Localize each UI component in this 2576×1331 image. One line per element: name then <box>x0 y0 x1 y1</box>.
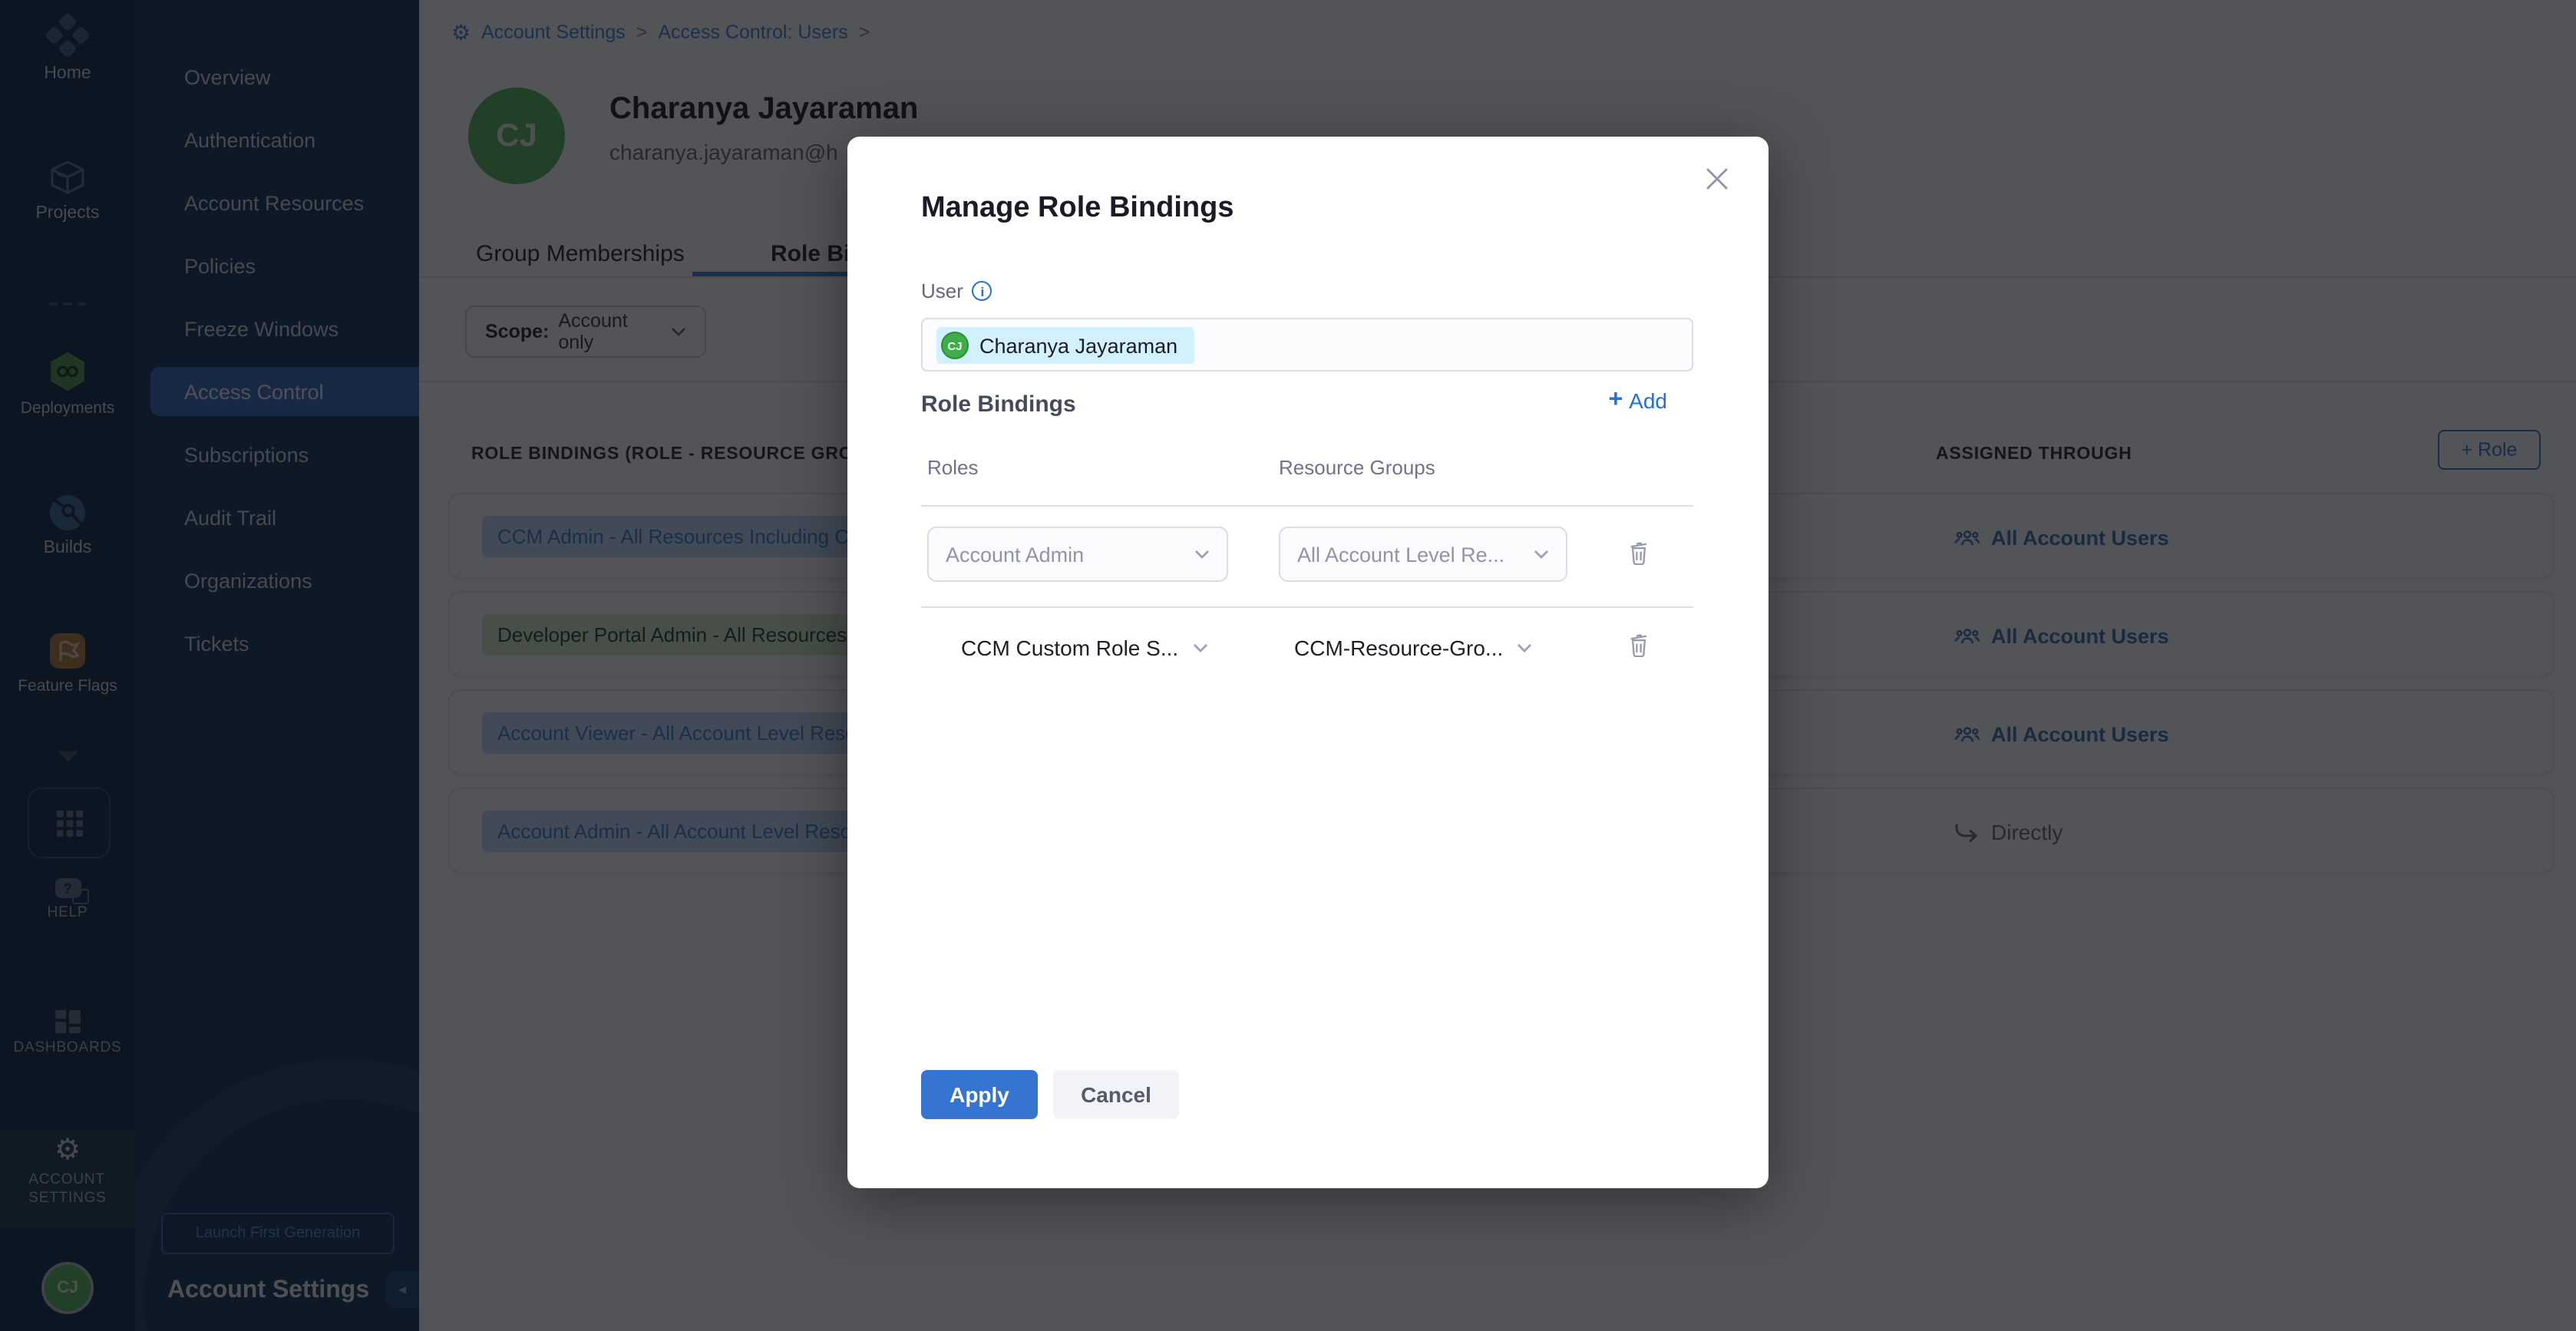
roles-column-label: Roles <box>927 456 979 479</box>
manage-role-bindings-modal: Manage Role Bindings User i CJ Charanya … <box>847 137 1769 1188</box>
delete-binding-icon[interactable] <box>1627 631 1650 665</box>
chip-name: Charanya Jayaraman <box>979 334 1177 357</box>
apply-button[interactable]: Apply <box>921 1070 1038 1119</box>
close-icon[interactable] <box>1706 167 1729 198</box>
chevron-down-icon <box>1192 643 1207 652</box>
resource-group-select[interactable]: All Account Level Re... <box>1279 527 1567 582</box>
modal-title: Manage Role Bindings <box>921 192 1234 226</box>
plus-icon: + <box>1608 388 1623 413</box>
app-window: ⚙ Account Settings > Access Control: Use… <box>0 0 2576 1331</box>
user-field-label-row: User i <box>921 279 992 302</box>
resource-groups-column-label: Resource Groups <box>1279 456 1435 479</box>
divider <box>921 606 1693 608</box>
role-select[interactable]: Account Admin <box>927 527 1228 582</box>
chevron-down-icon <box>1534 550 1549 559</box>
role-select[interactable]: CCM Custom Role S... <box>961 622 1207 674</box>
chip-avatar: CJ <box>941 332 969 359</box>
delete-binding-icon[interactable] <box>1627 539 1650 573</box>
divider <box>921 505 1693 507</box>
user-field-label: User <box>921 279 963 302</box>
chevron-down-icon <box>1194 550 1210 559</box>
user-chip[interactable]: CJ Charanya Jayaraman <box>936 327 1194 364</box>
resource-group-select[interactable]: CCM-Resource-Gro... <box>1294 622 1532 674</box>
chevron-down-icon <box>1517 643 1532 652</box>
role-bindings-section-title: Role Bindings <box>921 391 1076 418</box>
cancel-button[interactable]: Cancel <box>1053 1070 1179 1119</box>
info-icon[interactable]: i <box>973 281 992 301</box>
user-input[interactable]: CJ Charanya Jayaraman <box>921 318 1693 372</box>
add-role-binding-button[interactable]: + Add <box>1608 388 1667 413</box>
